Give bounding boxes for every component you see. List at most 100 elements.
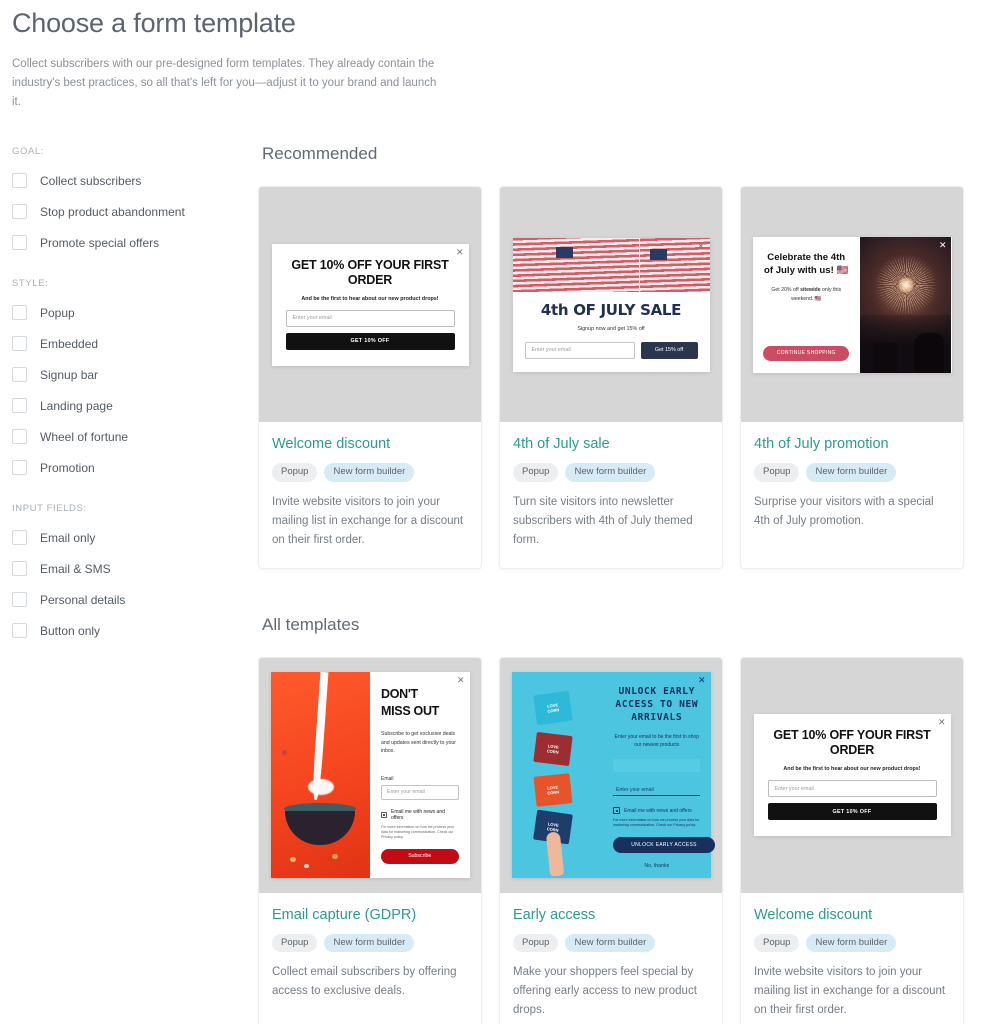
popup-cta-button[interactable]: CONTINUE SHOPPING: [763, 345, 850, 361]
filter-label: Embedded: [40, 336, 99, 351]
template-card-email-capture-gdpr[interactable]: ✕ DON'T MISS OUT Subscribe to get exclus…: [258, 656, 482, 1024]
filter-signup-bar[interactable]: Signup bar: [12, 359, 258, 390]
card-title: Email capture (GDPR): [272, 906, 417, 923]
popup-mock-july-sale: ✕ 4th OF JULY SALE Signup now and get 15…: [512, 237, 710, 372]
popup-form-row: Enter your email Get 15% off: [524, 341, 698, 359]
filter-group-style: STYLE: Popup Embedded Signup bar Landing…: [12, 278, 258, 483]
template-card-4th-of-july-sale[interactable]: ✕ 4th OF JULY SALE Signup now and get 15…: [499, 186, 723, 569]
product-packet: LOVE CORN: [533, 773, 573, 807]
popup-email-input[interactable]: Enter your email: [285, 309, 455, 327]
checkbox-promotion[interactable]: [12, 460, 27, 475]
consent-row[interactable]: Email me with news and offers: [381, 809, 459, 821]
checkbox-signup-bar[interactable]: [12, 367, 27, 382]
close-icon[interactable]: ✕: [697, 241, 705, 251]
card-description: Surprise your visitors with a special 4t…: [754, 495, 934, 527]
popup-email-input[interactable]: Enter your email: [381, 784, 459, 800]
consent-checkbox[interactable]: [613, 807, 621, 814]
filter-group-input-fields: INPUT FIELDS: Email only Email & SMS Per…: [12, 503, 258, 646]
popup-email-input[interactable]: Enter your email: [613, 781, 701, 796]
filter-popup[interactable]: Popup: [12, 297, 258, 328]
popup-subheading: Signup now and get 15% off: [577, 325, 645, 332]
template-card-welcome-discount-2[interactable]: ✕ GET 10% OFF YOUR FIRST ORDER And be th…: [740, 656, 964, 1024]
checkbox-stop-product-abandonment[interactable]: [12, 204, 27, 219]
filter-collect-subscribers[interactable]: Collect subscribers: [12, 165, 258, 196]
filter-group-goal: GOAL: Collect subscribers Stop product a…: [12, 146, 258, 258]
card-badges: Popup New form builder: [513, 463, 709, 482]
popup-heading-line1: DON'T: [381, 687, 418, 701]
flags-image: ✕: [512, 237, 710, 292]
badge-builder: New form builder: [806, 933, 897, 952]
section-title-recommended: Recommended: [262, 144, 378, 163]
flag-stripes: [512, 237, 710, 292]
product-packet: LOVE CORN: [533, 731, 573, 766]
popup-email-input[interactable]: Enter your email: [524, 341, 635, 359]
popup-content: ✕ UNLOCK EARLY ACCESS TO NEW ARRIVALS En…: [603, 672, 716, 878]
checkbox-popup[interactable]: [12, 305, 27, 320]
checkbox-landing-page[interactable]: [12, 398, 27, 413]
template-card-welcome-discount[interactable]: ✕ GET 10% OFF YOUR FIRST ORDER And be th…: [258, 186, 482, 569]
card-body: Welcome discount Popup New form builder …: [741, 893, 963, 1024]
filter-label: Email & SMS: [40, 561, 111, 576]
filter-heading-input-fields: INPUT FIELDS:: [12, 503, 87, 514]
filter-email-and-sms[interactable]: Email & SMS: [12, 553, 258, 584]
filter-promotion[interactable]: Promotion: [12, 452, 258, 483]
template-card-4th-of-july-promotion[interactable]: Celebrate the 4th of July with us! 🇺🇸 Ge…: [740, 186, 964, 569]
consent-checkbox[interactable]: [381, 811, 387, 818]
filter-landing-page[interactable]: Landing page: [12, 390, 258, 421]
template-preview-thumbnail: LOVE CORN LOVE CORN LOVE CORN LOVE CORN ✕ UN…: [500, 657, 722, 893]
filter-button-only[interactable]: Button only: [12, 615, 258, 646]
popup-mock-july-promo: Celebrate the 4th of July with us! 🇺🇸 Ge…: [752, 236, 952, 373]
popup-dismiss-link[interactable]: No, thanks: [613, 863, 700, 869]
filter-label: Personal details: [40, 592, 126, 607]
cereal-piece: [282, 750, 288, 756]
template-card-early-access[interactable]: LOVE CORN LOVE CORN LOVE CORN LOVE CORN ✕ UN…: [499, 656, 723, 1024]
filter-wheel-of-fortune[interactable]: Wheel of fortune: [12, 421, 258, 452]
checkbox-button-only[interactable]: [12, 623, 27, 638]
close-icon[interactable]: ✕: [456, 247, 464, 257]
card-description: Turn site visitors into newsletter subsc…: [513, 495, 693, 546]
email-field-label: Email: [381, 775, 394, 782]
checkbox-embedded[interactable]: [12, 336, 27, 351]
checkbox-personal-details[interactable]: [12, 592, 27, 607]
filter-stop-product-abandonment[interactable]: Stop product abandonment: [12, 196, 258, 227]
close-icon[interactable]: ✕: [938, 718, 946, 727]
popup-email-input[interactable]: Enter your email: [767, 780, 937, 797]
popup-content: 4th OF JULY SALE Signup now and get 15% …: [513, 292, 710, 372]
close-icon[interactable]: ✕: [457, 676, 465, 685]
card-title: Early access: [513, 906, 596, 923]
popup-submit-button[interactable]: GET 10% OFF: [285, 332, 455, 350]
filter-personal-details[interactable]: Personal details: [12, 584, 258, 615]
popup-mock-get10: ✕ GET 10% OFF YOUR FIRST ORDER And be th…: [753, 714, 951, 836]
card-body: Welcome discount Popup New form builder …: [259, 422, 481, 568]
popup-submit-button[interactable]: Subscribe: [381, 848, 459, 864]
close-icon[interactable]: ✕: [939, 240, 947, 250]
card-badges: Popup New form builder: [272, 463, 468, 482]
filter-label: Signup bar: [40, 367, 99, 382]
close-icon[interactable]: ✕: [698, 676, 706, 685]
silhouette: [914, 332, 945, 373]
filter-heading-style: STYLE:: [12, 278, 49, 289]
flag-canton: [650, 249, 668, 261]
popup-mock-early-access: LOVE CORN LOVE CORN LOVE CORN LOVE CORN ✕ UN…: [511, 672, 716, 878]
checkbox-email-and-sms[interactable]: [12, 561, 27, 576]
checkbox-promote-special-offers[interactable]: [12, 235, 27, 250]
template-preview-thumbnail: ✕ DON'T MISS OUT Subscribe to get exclus…: [259, 657, 481, 893]
popup-submit-button[interactable]: Get 15% off: [640, 341, 698, 359]
popup-submit-button[interactable]: UNLOCK EARLY ACCESS: [613, 837, 716, 853]
filter-email-only[interactable]: Email only: [12, 522, 258, 553]
template-preview-thumbnail: ✕ 4th OF JULY SALE Signup now and get 15…: [500, 187, 722, 422]
filter-embedded[interactable]: Embedded: [12, 328, 258, 359]
popup-content: Celebrate the 4th of July with us! 🇺🇸 Ge…: [753, 237, 860, 373]
checkbox-email-only[interactable]: [12, 530, 27, 545]
cereal-piece: [304, 863, 310, 868]
checkbox-wheel-of-fortune[interactable]: [12, 429, 27, 444]
milk-splash: [308, 779, 335, 796]
popup-submit-button[interactable]: GET 10% OFF: [767, 803, 937, 820]
badge-builder: New form builder: [806, 463, 897, 482]
filter-promote-special-offers[interactable]: Promote special offers: [12, 227, 258, 258]
consent-row[interactable]: Email me with news and offers: [613, 807, 700, 814]
checkbox-collect-subscribers[interactable]: [12, 173, 27, 188]
all-templates-grid: ✕ DON'T MISS OUT Subscribe to get exclus…: [258, 656, 981, 1024]
popup-heading: GET 10% OFF YOUR FIRST ORDER: [291, 257, 449, 287]
